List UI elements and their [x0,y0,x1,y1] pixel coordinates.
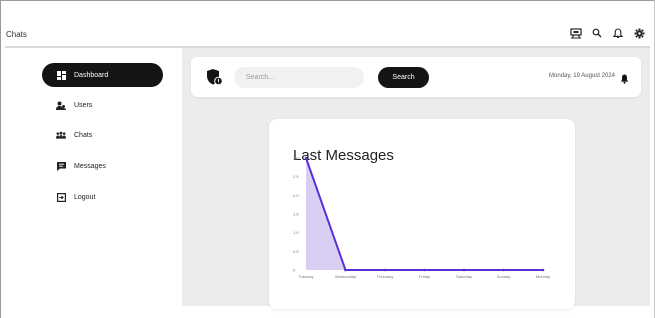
search-input[interactable] [234,67,364,88]
y-tick-label: 2.5 [293,174,299,179]
messages-icon [56,161,66,171]
chart-plot-group: 0 0.5 1.0 1.5 2.0 2.5 3.0 Tuesday Wednesday Thurs… [293,156,550,280]
sidebar-item-label: Chats [74,131,93,139]
x-tick-label: Sunday [497,274,511,279]
current-date: Monday, 19 August 2024 [549,73,615,79]
sidebar-item-logout[interactable]: Logout [42,185,163,209]
sidebar-item-label: Logout [74,193,96,201]
chart-point [541,268,545,272]
sidebar-item-users[interactable]: Users [42,93,163,117]
sidebar-item-label: Dashboard [74,71,109,79]
chart-point [502,268,505,272]
chart-area-fill [306,158,543,270]
logout-icon [56,192,66,202]
sidebar-item-dashboard[interactable]: Dashboard [42,63,163,87]
top-bar: Chats [0,0,655,48]
notification-icon[interactable] [612,27,624,39]
chart-point [304,156,308,160]
y-tick-label: 1.0 [293,230,299,235]
y-tick-label: 3.0 [293,156,299,161]
page-title: Chats [6,30,27,39]
main-content: Search Monday, 19 August 2024 Last Messa… [182,48,650,309]
shield-icon [206,68,223,86]
y-tick-label: 0.5 [293,249,299,254]
chart-point [462,268,466,272]
settings-icon[interactable] [633,27,645,39]
sidebar-item-label: Messages [74,162,106,170]
x-tick-label: Monday [536,274,550,279]
x-tick-label: Thursday [377,274,394,279]
chart-point [383,268,387,272]
sidebar-item-messages[interactable]: Messages [42,154,163,178]
search-icon[interactable] [591,27,603,39]
top-icon-group [570,27,645,39]
chats-icon [56,130,66,140]
dashboard-icon [56,70,66,80]
last-messages-chart: 0 0.5 1.0 1.5 2.0 2.5 3.0 Tuesday Wednesday Thurs… [293,156,550,280]
y-tick-label: 2.0 [293,193,299,198]
x-tick-label: Friday [419,274,430,279]
x-tick-label: Saturday [456,274,472,279]
sidebar-item-chats[interactable]: Chats [42,123,163,147]
users-icon [56,100,66,110]
bell-icon[interactable] [620,71,629,84]
search-button[interactable]: Search [378,67,429,88]
y-tick-label: 0 [293,268,296,273]
chart-series-line [305,157,543,271]
search-header-card: Search Monday, 19 August 2024 [191,57,641,97]
sidebar: Dashboard Users Chats Messages Logout [4,48,180,308]
x-tick-label: Tuesday [298,274,313,279]
chart-card: Last Messages 0 0.5 1.0 1.5 2.0 2.5 3.0 Tuesday… [269,119,575,309]
y-tick-label: 1.5 [293,212,299,217]
chart-point [423,268,426,272]
overview-icon[interactable] [570,27,582,39]
chart-point [344,268,347,272]
x-tick-label: Wednesday [335,274,356,279]
sidebar-item-label: Users [74,101,93,109]
